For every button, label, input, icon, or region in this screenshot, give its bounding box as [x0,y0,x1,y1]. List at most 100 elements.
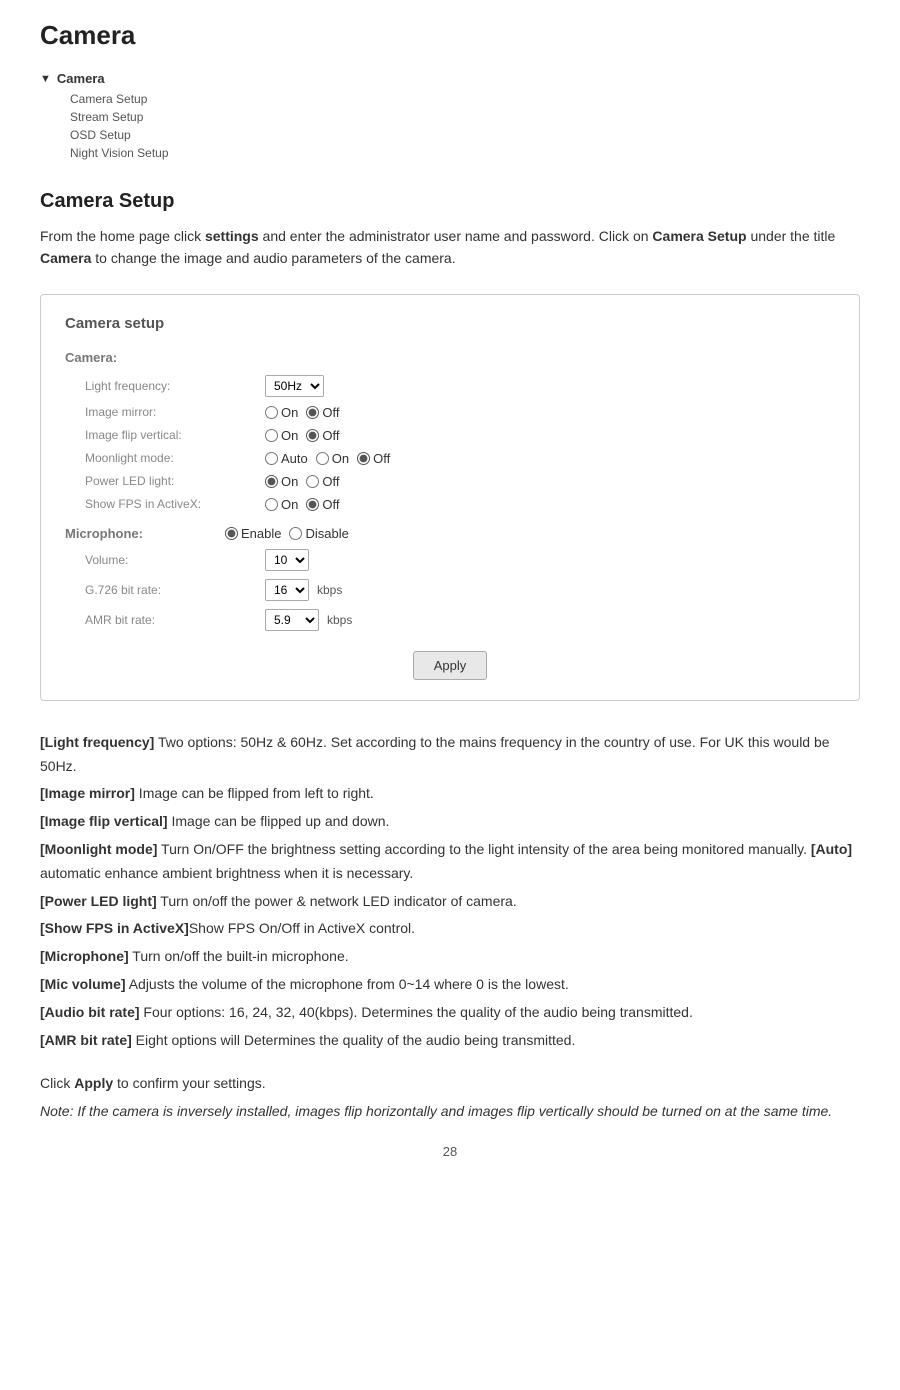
box-title: Camera setup [65,315,835,332]
apply-button[interactable]: Apply [413,651,488,680]
image-flip-row: Image flip vertical: On Off [65,428,835,443]
power-led-off-text: Off [322,474,339,489]
show-fps-controls: On Off [265,497,339,512]
amr-row: AMR bit rate: 5.94.755.156.7 7.47.9510.2… [65,609,835,631]
camera-setup-box: Camera setup Camera: Light frequency: 50… [40,294,860,701]
desc-ml-text: Turn On/OFF the brightness setting accor… [40,841,852,881]
image-mirror-label: Image mirror: [85,405,265,419]
image-flip-on-radio[interactable] [265,429,278,442]
show-fps-on-radio[interactable] [265,498,278,511]
power-led-on-text: On [281,474,298,489]
show-fps-on-label[interactable]: On [265,497,298,512]
sidebar-nav: ▼ Camera Camera Setup Stream Setup OSD S… [40,71,860,160]
g726-row: G.726 bit rate: 16243240 kbps [65,579,835,601]
note-italic-text: Note: If the camera is inversely install… [40,1100,860,1124]
sidebar-item-osd-setup[interactable]: OSD Setup [70,128,860,142]
moonlight-off-label[interactable]: Off [357,451,390,466]
desc-ml-auto: [Auto] [811,841,852,857]
show-fps-off-label[interactable]: Off [306,497,339,512]
power-led-on-radio[interactable] [265,475,278,488]
light-frequency-row: Light frequency: 50Hz 60Hz [65,375,835,397]
desc-power-led: [Power LED light] Turn on/off the power … [40,890,860,914]
moonlight-auto-radio[interactable] [265,452,278,465]
microphone-main-row: Microphone: Enable Disable [65,526,835,541]
desc-ml-bold: [Moonlight mode] [40,841,157,857]
moonlight-on-label[interactable]: On [316,451,349,466]
intro-part4: to change the image and audio parameters… [91,250,455,266]
amr-unit: kbps [327,613,352,627]
desc-mv-text: Adjusts the volume of the microphone fro… [126,976,569,992]
sidebar-parent-label: Camera [57,71,105,86]
light-frequency-controls: 50Hz 60Hz [265,375,324,397]
microphone-enable-label[interactable]: Enable [225,526,281,541]
desc-image-flip: [Image flip vertical] Image can be flipp… [40,810,860,834]
g726-select[interactable]: 16243240 [265,579,309,601]
click-apply-text: Click Apply to confirm your settings. [40,1072,860,1096]
intro-bold3: Camera [40,250,91,266]
desc-mic-bold: [Microphone] [40,948,129,964]
show-fps-row: Show FPS in ActiveX: On Off [65,497,835,512]
microphone-enable-text: Enable [241,526,281,541]
sidebar-item-night-vision-setup[interactable]: Night Vision Setup [70,146,860,160]
desc-if-bold: [Image flip vertical] [40,813,168,829]
image-flip-on-label[interactable]: On [265,428,298,443]
moonlight-off-radio[interactable] [357,452,370,465]
image-flip-off-text: Off [322,428,339,443]
g726-label: G.726 bit rate: [85,583,265,597]
sidebar-item-camera-setup[interactable]: Camera Setup [70,92,860,106]
image-flip-off-radio[interactable] [306,429,319,442]
desc-moonlight: [Moonlight mode] Turn On/OFF the brightn… [40,838,860,886]
volume-select[interactable]: 10 0123 4567 891112 1314 [265,549,309,571]
image-mirror-off-label[interactable]: Off [306,405,339,420]
intro-part3: under the title [747,228,836,244]
intro-part2: and enter the administrator user name an… [259,228,653,244]
intro-paragraph: From the home page click settings and en… [40,225,860,270]
power-led-controls: On Off [265,474,339,489]
moonlight-on-radio[interactable] [316,452,329,465]
power-led-off-label[interactable]: Off [306,474,339,489]
image-flip-on-text: On [281,428,298,443]
desc-lf-text: Two options: 50Hz & 60Hz. Set according … [40,734,830,774]
amr-select[interactable]: 5.94.755.156.7 7.47.9510.212.2 [265,609,319,631]
desc-amr-bitrate: [AMR bit rate] Eight options will Determ… [40,1029,860,1053]
image-mirror-off-radio[interactable] [306,406,319,419]
microphone-disable-radio[interactable] [289,527,302,540]
apply-row: Apply [65,651,835,680]
power-led-off-radio[interactable] [306,475,319,488]
desc-ab-bold: [Audio bit rate] [40,1004,140,1020]
power-led-label: Power LED light: [85,474,265,488]
show-fps-on-text: On [281,497,298,512]
sidebar-item-stream-setup[interactable]: Stream Setup [70,110,860,124]
show-fps-off-radio[interactable] [306,498,319,511]
desc-amr-text: Eight options will Determines the qualit… [132,1032,576,1048]
desc-audio-bitrate: [Audio bit rate] Four options: 16, 24, 3… [40,1001,860,1025]
moonlight-auto-label[interactable]: Auto [265,451,308,466]
image-mirror-on-text: On [281,405,298,420]
image-mirror-on-radio[interactable] [265,406,278,419]
light-frequency-label: Light frequency: [85,379,265,393]
sidebar-children: Camera Setup Stream Setup OSD Setup Nigh… [70,92,860,160]
note-section: Click Apply to confirm your settings. No… [40,1072,860,1124]
image-flip-off-label[interactable]: Off [306,428,339,443]
image-mirror-on-label[interactable]: On [265,405,298,420]
arrow-icon: ▼ [40,73,51,85]
microphone-enable-radio[interactable] [225,527,238,540]
desc-mic-text: Turn on/off the built-in microphone. [129,948,349,964]
image-flip-controls: On Off [265,428,339,443]
microphone-disable-label[interactable]: Disable [289,526,348,541]
light-frequency-select[interactable]: 50Hz 60Hz [265,375,324,397]
desc-if-text: Image can be flipped up and down. [168,813,390,829]
power-led-on-label[interactable]: On [265,474,298,489]
desc-sf-text: Show FPS On/Off in ActiveX control. [189,920,415,936]
g726-controls: 16243240 kbps [265,579,342,601]
click-apply-bold: Apply [74,1075,113,1091]
desc-im-bold: [Image mirror] [40,785,135,801]
desc-lf-bold: [Light frequency] [40,734,154,750]
desc-mv-bold: [Mic volume] [40,976,126,992]
moonlight-on-text: On [332,451,349,466]
image-mirror-controls: On Off [265,405,339,420]
page-number: 28 [40,1144,860,1159]
desc-pl-bold: [Power LED light] [40,893,157,909]
desc-microphone: [Microphone] Turn on/off the built-in mi… [40,945,860,969]
desc-light-frequency: [Light frequency] Two options: 50Hz & 60… [40,731,860,779]
